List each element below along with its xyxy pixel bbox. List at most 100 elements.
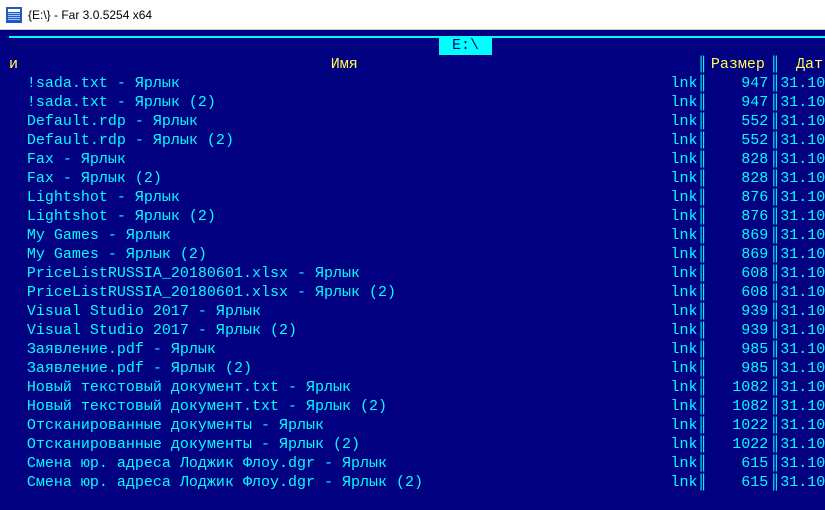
- file-date: 31.10: [780, 359, 825, 378]
- file-panel[interactable]: E:\ и Имя ║ Размер ║ Дат !sada.txt - Ярл…: [0, 30, 825, 510]
- file-row[interactable]: !sada.txt - Ярлык (2)lnk║947║31.10: [0, 93, 825, 112]
- file-ext: lnk: [662, 416, 698, 435]
- file-row[interactable]: Новый текстовый документ.txt - Ярлыкlnk║…: [0, 378, 825, 397]
- file-date: 31.10: [780, 435, 825, 454]
- file-row[interactable]: Default.rdp - Ярлыкlnk║552║31.10: [0, 112, 825, 131]
- file-name: Default.rdp - Ярлык: [27, 112, 662, 131]
- col-header-name[interactable]: Имя: [27, 55, 662, 74]
- file-size: 869: [707, 245, 770, 264]
- file-row[interactable]: Заявление.pdf - Ярлыкlnk║985║31.10: [0, 340, 825, 359]
- file-row[interactable]: PriceListRUSSIA_20180601.xlsx - Ярлык (2…: [0, 283, 825, 302]
- file-size: 1022: [707, 416, 770, 435]
- window-titlebar[interactable]: {E:\} - Far 3.0.5254 x64: [0, 0, 825, 30]
- file-date: 31.10: [780, 397, 825, 416]
- col-separator: ║: [770, 55, 780, 74]
- file-row[interactable]: Fax - Ярлыкlnk║828║31.10: [0, 150, 825, 169]
- file-row[interactable]: Заявление.pdf - Ярлык (2)lnk║985║31.10: [0, 359, 825, 378]
- file-name: !sada.txt - Ярлык: [27, 74, 662, 93]
- file-date: 31.10: [780, 340, 825, 359]
- file-ext: lnk: [662, 473, 698, 492]
- sort-indicator[interactable]: и: [9, 55, 27, 74]
- file-size: 939: [707, 302, 770, 321]
- file-name: PriceListRUSSIA_20180601.xlsx - Ярлык: [27, 264, 662, 283]
- col-separator: ║: [770, 416, 780, 435]
- file-ext: lnk: [662, 435, 698, 454]
- col-separator: ║: [697, 321, 707, 340]
- file-size: 947: [707, 74, 770, 93]
- col-separator: ║: [697, 435, 707, 454]
- file-date: 31.10: [780, 150, 825, 169]
- col-separator: ║: [770, 207, 780, 226]
- file-size: 876: [707, 207, 770, 226]
- col-separator: ║: [697, 112, 707, 131]
- col-separator: ║: [697, 378, 707, 397]
- file-ext: lnk: [662, 112, 698, 131]
- file-size: 985: [707, 359, 770, 378]
- col-separator: ║: [697, 245, 707, 264]
- file-size: 828: [707, 150, 770, 169]
- col-header-date[interactable]: Дат: [780, 55, 825, 74]
- panel-path[interactable]: E:\: [439, 36, 492, 55]
- file-row[interactable]: My Games - Ярлыкlnk║869║31.10: [0, 226, 825, 245]
- file-size: 1022: [707, 435, 770, 454]
- file-ext: lnk: [662, 169, 698, 188]
- col-header-size[interactable]: Размер: [707, 55, 770, 74]
- file-row[interactable]: PriceListRUSSIA_20180601.xlsx - Ярлыкlnk…: [0, 264, 825, 283]
- col-separator: ║: [697, 188, 707, 207]
- file-row[interactable]: !sada.txt - Ярлыкlnk║947║31.10: [0, 74, 825, 93]
- file-row[interactable]: Lightshot - Ярлыкlnk║876║31.10: [0, 188, 825, 207]
- col-separator: ║: [770, 340, 780, 359]
- file-row[interactable]: Смена юр. адреса Лоджик Флоу.dgr - Ярлык…: [0, 473, 825, 492]
- file-ext: lnk: [662, 131, 698, 150]
- file-row[interactable]: Fax - Ярлык (2)lnk║828║31.10: [0, 169, 825, 188]
- file-ext: lnk: [662, 302, 698, 321]
- file-row[interactable]: Visual Studio 2017 - Ярлыкlnk║939║31.10: [0, 302, 825, 321]
- col-separator: ║: [770, 378, 780, 397]
- file-row[interactable]: Default.rdp - Ярлык (2)lnk║552║31.10: [0, 131, 825, 150]
- file-size: 1082: [707, 397, 770, 416]
- file-size: 1082: [707, 378, 770, 397]
- col-separator: ║: [697, 264, 707, 283]
- col-separator: ║: [697, 150, 707, 169]
- file-size: 615: [707, 473, 770, 492]
- col-separator: ║: [770, 454, 780, 473]
- file-name: Lightshot - Ярлык (2): [27, 207, 662, 226]
- file-row[interactable]: Смена юр. адреса Лоджик Флоу.dgr - Ярлык…: [0, 454, 825, 473]
- column-header-row: и Имя ║ Размер ║ Дат: [0, 55, 825, 74]
- file-row[interactable]: Отсканированные документы - Ярлыкlnk ║102…: [0, 416, 825, 435]
- col-separator: ║: [697, 454, 707, 473]
- file-name: My Games - Ярлык: [27, 226, 662, 245]
- file-date: 31.10: [780, 321, 825, 340]
- file-date: 31.10: [780, 473, 825, 492]
- panel-top-border: E:\: [0, 36, 825, 55]
- file-ext: lnk: [662, 245, 698, 264]
- file-row[interactable]: My Games - Ярлык (2)lnk║869║31.10: [0, 245, 825, 264]
- file-row[interactable]: Отсканированные документы - Ярлык (2)lnk…: [0, 435, 825, 454]
- file-name: Смена юр. адреса Лоджик Флоу.dgr - Ярлык: [27, 454, 662, 473]
- file-row[interactable]: Lightshot - Ярлык (2)lnk║876║31.10: [0, 207, 825, 226]
- file-name: Fax - Ярлык: [27, 150, 662, 169]
- col-separator: ║: [770, 283, 780, 302]
- col-separator: ║: [770, 321, 780, 340]
- app-icon: [6, 7, 22, 23]
- file-size: 608: [707, 283, 770, 302]
- file-row[interactable]: Visual Studio 2017 - Ярлык (2)lnk║939║31…: [0, 321, 825, 340]
- file-row[interactable]: Новый текстовый документ.txt - Ярлык (2)…: [0, 397, 825, 416]
- col-separator: ║: [770, 302, 780, 321]
- col-separator: ║: [770, 226, 780, 245]
- file-name: !sada.txt - Ярлык (2): [27, 93, 662, 112]
- col-separator: ║: [770, 169, 780, 188]
- col-separator: ║: [770, 359, 780, 378]
- file-size: 552: [707, 131, 770, 150]
- file-name: My Games - Ярлык (2): [27, 245, 662, 264]
- col-separator: ║: [697, 359, 707, 378]
- file-ext: lnk: [662, 359, 698, 378]
- file-date: 31.10: [780, 264, 825, 283]
- file-ext: lnk: [662, 397, 698, 416]
- file-name: Заявление.pdf - Ярлык (2): [27, 359, 662, 378]
- file-list[interactable]: !sada.txt - Ярлыкlnk║947║31.10!sada.txt …: [0, 74, 825, 492]
- col-separator: ║: [697, 169, 707, 188]
- col-separator: ║: [770, 188, 780, 207]
- col-separator: ║: [770, 264, 780, 283]
- file-name: Отсканированные документы - Ярлык: [27, 416, 662, 435]
